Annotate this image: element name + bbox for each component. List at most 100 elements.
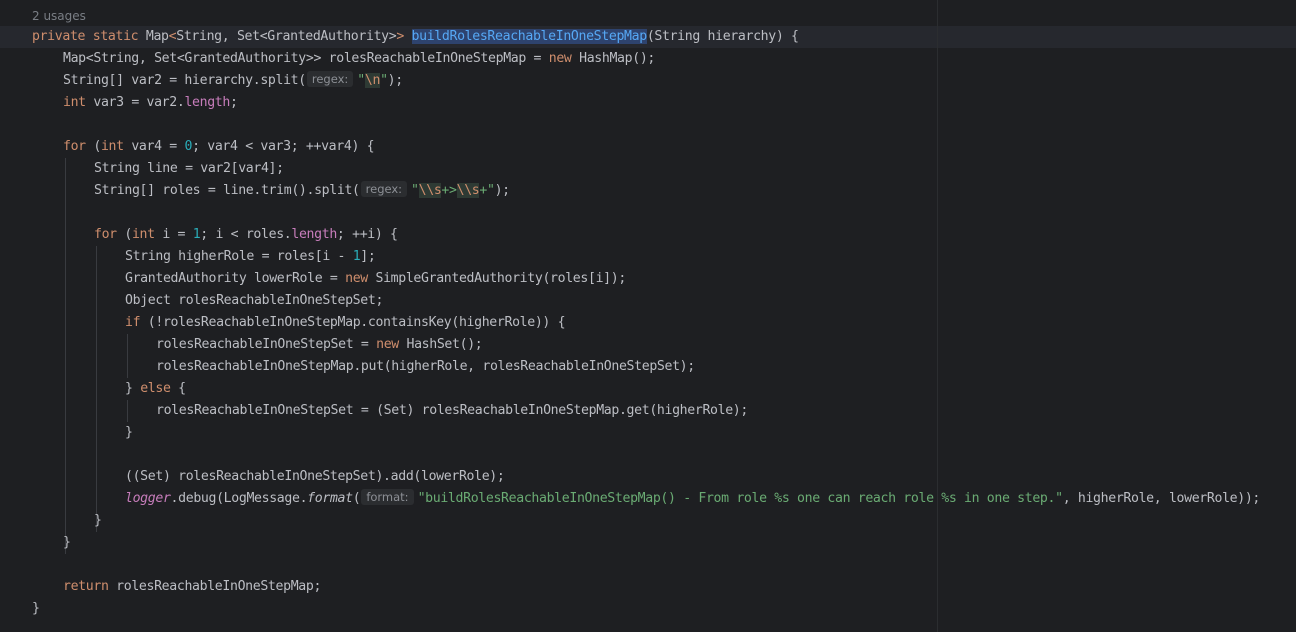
code-line[interactable]: ((Set) rolesReachableInOneStepSet).add(l… bbox=[125, 466, 505, 488]
code-token: ; ++i) { bbox=[336, 227, 398, 242]
right-margin-guide bbox=[937, 0, 938, 632]
code-token: rolesReachableInOneStepSet = bbox=[156, 337, 377, 352]
code-line[interactable]: Object rolesReachableInOneStepSet; bbox=[125, 290, 383, 312]
code-token: else bbox=[140, 381, 171, 396]
code-token: SimpleGrantedAuthority(roles[i]); bbox=[367, 271, 626, 286]
code-token: ( bbox=[352, 491, 361, 506]
code-editor[interactable]: 2 usages private static Map<String, Set<… bbox=[0, 0, 1296, 632]
code-token: String line = var2[var4]; bbox=[94, 161, 284, 176]
code-token: rolesReachableInOneStepSet = (Set) roles… bbox=[156, 403, 748, 418]
code-token: 0 bbox=[184, 139, 193, 154]
code-token: (!rolesReachableInOneStepMap.containsKey… bbox=[140, 315, 566, 330]
code-token: \\s bbox=[456, 183, 480, 198]
code-token: format bbox=[307, 491, 353, 506]
code-token: , higherRole, lowerRole)); bbox=[1062, 491, 1261, 506]
code-token: return bbox=[63, 579, 109, 594]
code-token: \n bbox=[364, 73, 381, 88]
indent-guide bbox=[96, 246, 97, 532]
code-line[interactable]: Map<String, Set<GrantedAuthority>> roles… bbox=[63, 48, 655, 70]
code-line[interactable]: } bbox=[94, 510, 102, 532]
usages-hint[interactable]: 2 usages bbox=[32, 7, 86, 25]
code-token: HashMap(); bbox=[571, 51, 656, 66]
code-token: "buildRolesReachableInOneStepMap() - Fro… bbox=[417, 491, 1063, 506]
code-token: rolesReachableInOneStepMap; bbox=[108, 579, 322, 594]
code-token: ( bbox=[116, 227, 132, 242]
code-token: static bbox=[92, 29, 139, 44]
code-token: " bbox=[380, 73, 388, 88]
code-token: length bbox=[184, 95, 230, 110]
code-token: ]; bbox=[360, 249, 376, 264]
code-line[interactable]: } bbox=[32, 598, 40, 620]
code-token: } bbox=[125, 381, 141, 396]
code-token: String higherRole = roles[i - bbox=[125, 249, 353, 264]
code-line[interactable]: String line = var2[var4]; bbox=[94, 158, 284, 180]
code-line[interactable]: String[] var2 = hierarchy.split(regex: "\… bbox=[63, 70, 403, 92]
code-line[interactable]: rolesReachableInOneStepSet = (Set) roles… bbox=[156, 400, 748, 422]
code-token: private bbox=[32, 29, 86, 44]
code-token: ); bbox=[494, 183, 511, 198]
code-token: Map<String, Set<GrantedAuthority>> roles… bbox=[63, 51, 549, 66]
code-token: HashSet(); bbox=[398, 337, 483, 352]
parameter-hint: format: bbox=[361, 489, 414, 505]
code-line[interactable]: } bbox=[125, 422, 133, 444]
code-token: } bbox=[32, 601, 40, 616]
code-token: int bbox=[100, 139, 124, 154]
code-line[interactable]: for (int var4 = 0; var4 < var3; ++var4) … bbox=[63, 136, 375, 158]
code-token: \\s bbox=[418, 183, 442, 198]
code-token: logger bbox=[125, 491, 171, 506]
code-token: > bbox=[396, 29, 404, 44]
code-token: int bbox=[131, 227, 155, 242]
code-line[interactable]: GrantedAuthority lowerRole = new SimpleG… bbox=[125, 268, 626, 290]
indent-guide bbox=[65, 158, 66, 554]
code-token: String[] var2 = hierarchy.split( bbox=[63, 73, 306, 88]
code-token: .debug(LogMessage. bbox=[170, 491, 308, 506]
code-token: var4 = bbox=[123, 139, 185, 154]
code-line[interactable]: for (int i = 1; i < roles.length; ++i) { bbox=[94, 224, 398, 246]
code-token: ); bbox=[387, 73, 404, 88]
code-line[interactable]: rolesReachableInOneStepMap.put(higherRol… bbox=[156, 356, 695, 378]
code-line[interactable]: if (!rolesReachableInOneStepMap.contains… bbox=[125, 312, 566, 334]
code-line[interactable]: } bbox=[63, 532, 71, 554]
code-token: " bbox=[411, 183, 419, 198]
code-token: ((Set) rolesReachableInOneStepSet).add(l… bbox=[125, 469, 505, 484]
code-line[interactable]: logger.debug(LogMessage.format(format: "b… bbox=[125, 488, 1260, 510]
code-token: String[] roles = line.trim().split( bbox=[94, 183, 360, 198]
code-token: for bbox=[94, 227, 117, 242]
code-token: var3 = var2. bbox=[85, 95, 185, 110]
code-token: } bbox=[63, 535, 71, 550]
code-token: length bbox=[291, 227, 337, 242]
parameter-hint: regex: bbox=[360, 181, 408, 197]
code-token: +> bbox=[441, 183, 457, 198]
code-token: ; i < roles. bbox=[200, 227, 292, 242]
code-token: } bbox=[125, 425, 133, 440]
code-token: ; var4 < var3; ++var4) { bbox=[192, 139, 375, 154]
code-token: ; bbox=[230, 95, 238, 110]
code-token: ( bbox=[85, 139, 101, 154]
code-token: } bbox=[94, 513, 102, 528]
code-line[interactable]: return rolesReachableInOneStepMap; bbox=[63, 576, 321, 598]
code-line[interactable]: rolesReachableInOneStepSet = new HashSet… bbox=[156, 334, 483, 356]
code-token: +" bbox=[479, 183, 495, 198]
code-line[interactable]: String[] roles = line.trim().split(regex… bbox=[94, 180, 510, 202]
parameter-hint: regex: bbox=[306, 71, 354, 87]
code-token: new bbox=[376, 337, 399, 352]
code-token: new bbox=[548, 51, 572, 66]
code-token: i = bbox=[154, 227, 193, 242]
code-token: new bbox=[345, 271, 368, 286]
code-token: Object rolesReachableInOneStepSet; bbox=[125, 293, 384, 308]
code-token: (String hierarchy) { bbox=[646, 29, 799, 44]
code-token: for bbox=[63, 139, 86, 154]
code-line[interactable]: private static Map<String, Set<GrantedAu… bbox=[32, 26, 799, 48]
code-line[interactable]: int var3 = var2.length; bbox=[63, 92, 238, 114]
code-line[interactable]: String higherRole = roles[i - 1]; bbox=[125, 246, 376, 268]
code-token: int bbox=[63, 95, 86, 110]
code-token: GrantedAuthority lowerRole = bbox=[125, 271, 346, 286]
code-token: rolesReachableInOneStepMap.put(higherRol… bbox=[156, 359, 695, 374]
code-line[interactable]: } else { bbox=[125, 378, 186, 400]
code-token: { bbox=[170, 381, 186, 396]
code-token: Map bbox=[138, 29, 169, 44]
code-token: if bbox=[125, 315, 141, 330]
indent-guide bbox=[127, 334, 128, 378]
